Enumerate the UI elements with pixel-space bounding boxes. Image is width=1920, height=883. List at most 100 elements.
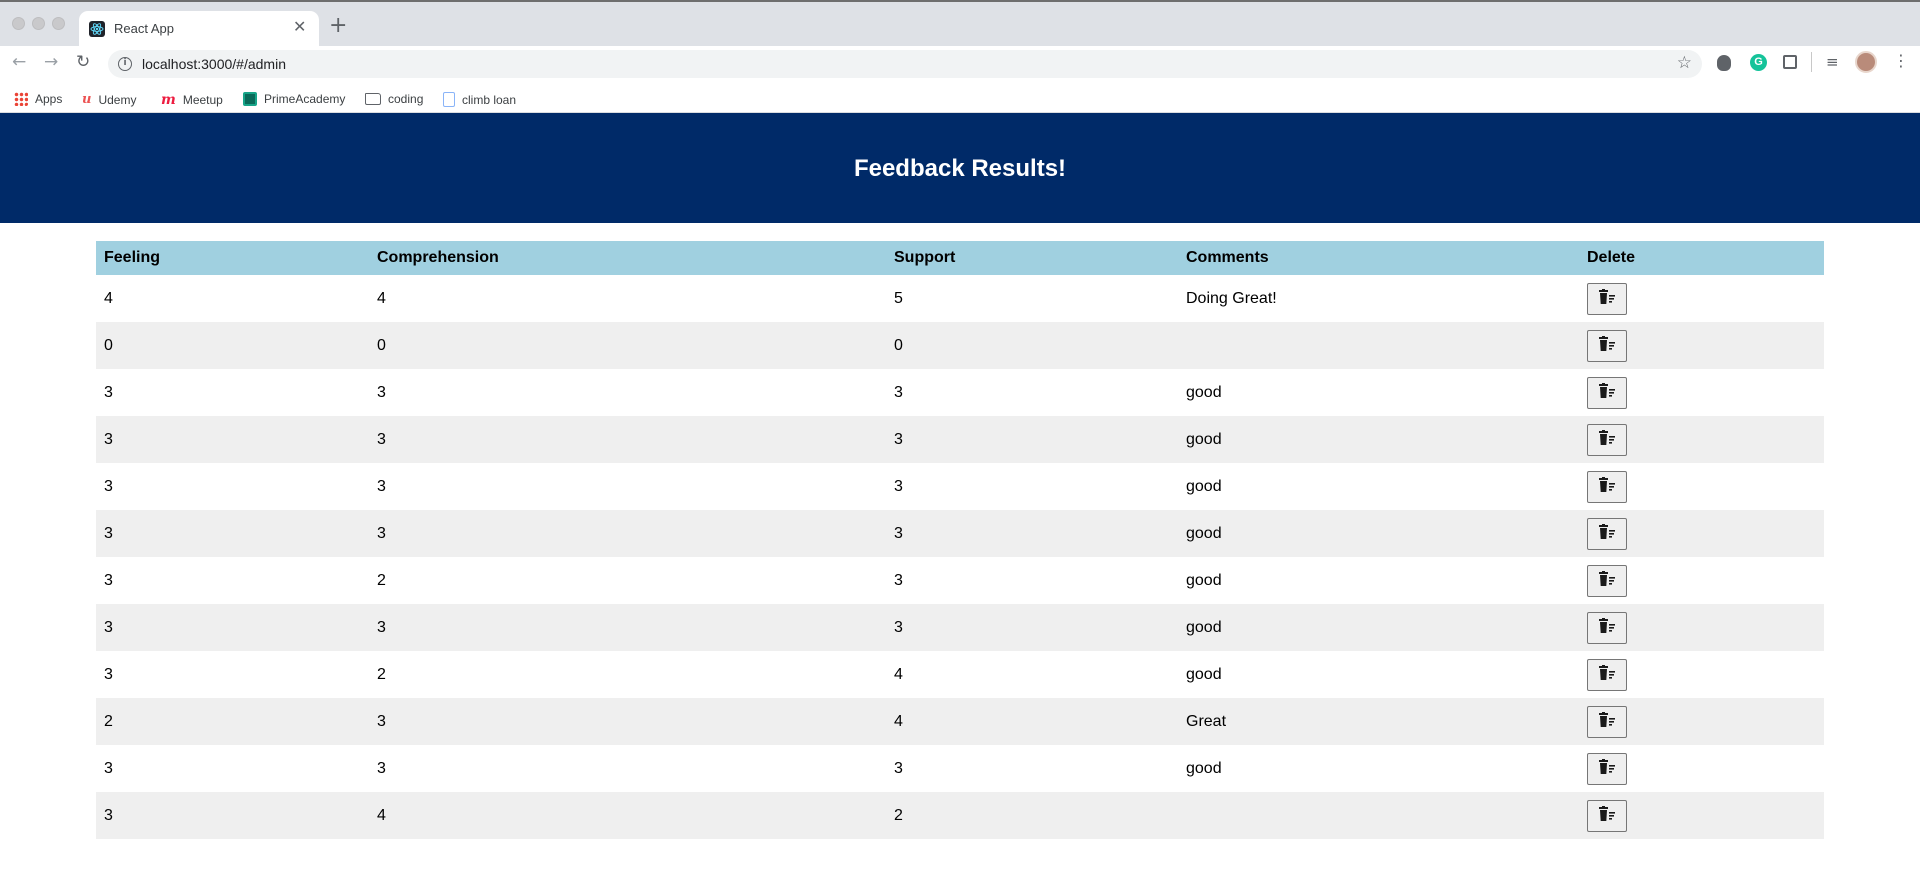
table-row: 3 2 4 good — [96, 651, 1824, 698]
bookmark-meetup[interactable]: m Meetup — [161, 92, 223, 108]
close-window-button[interactable] — [12, 17, 25, 30]
cell-delete — [1579, 745, 1824, 792]
more-menu-icon[interactable]: ⋮ — [1893, 51, 1909, 70]
delete-button[interactable] — [1587, 517, 1627, 550]
column-header-support: Support — [894, 249, 956, 266]
site-info-icon[interactable]: i — [118, 57, 132, 71]
app-header: Feedback Results! — [0, 113, 1920, 223]
cell-feeling: 3 — [104, 524, 113, 542]
bookmark-label: coding — [388, 92, 424, 106]
cell-support: 4 — [894, 712, 903, 730]
column-header-comments: Comments — [1186, 249, 1269, 266]
table-row: 2 3 4 Great — [96, 698, 1824, 745]
cell-comments: Doing Great! — [1186, 289, 1277, 307]
maximize-window-button[interactable] — [52, 17, 65, 30]
cell-support: 0 — [894, 336, 903, 354]
delete-button[interactable] — [1587, 423, 1627, 456]
cell-comments: Great — [1186, 712, 1227, 730]
cell-comprehension: 3 — [377, 383, 386, 401]
delete-button[interactable] — [1587, 752, 1627, 785]
grammarly-extension-icon[interactable]: G — [1750, 54, 1767, 71]
cell-comments: good — [1186, 618, 1222, 636]
cell-support: 3 — [894, 477, 903, 495]
cell-feeling: 3 — [104, 759, 113, 777]
reload-icon[interactable]: ↻ — [76, 52, 90, 72]
cell-comments — [1178, 792, 1579, 839]
trash-icon — [1597, 618, 1617, 637]
delete-button[interactable] — [1587, 329, 1627, 362]
cell-comprehension: 3 — [377, 712, 386, 730]
bookmarks-bar: Apps u Udemy m Meetup PrimeAcademy codin… — [0, 86, 1920, 113]
toolbar-divider — [1811, 52, 1812, 72]
bookmark-climb-loan[interactable]: climb loan — [443, 92, 516, 107]
cell-comments: good — [1186, 571, 1222, 589]
column-header-comprehension: Comprehension — [377, 249, 499, 266]
cell-delete — [1579, 604, 1824, 651]
cell-feeling: 2 — [104, 712, 113, 730]
bookmark-label: Apps — [35, 92, 63, 106]
cell-delete — [1579, 510, 1824, 557]
trash-icon — [1597, 289, 1617, 308]
trash-icon — [1597, 806, 1617, 825]
cell-support: 3 — [894, 618, 903, 636]
tab-close-icon[interactable]: ✕ — [293, 17, 306, 36]
cell-feeling: 0 — [104, 336, 113, 354]
bug-extension-icon[interactable] — [1717, 55, 1731, 71]
bookmark-star-icon[interactable]: ☆ — [1677, 53, 1692, 73]
cell-comments: good — [1186, 524, 1222, 542]
delete-button[interactable] — [1587, 282, 1627, 315]
trash-icon — [1597, 571, 1617, 590]
cell-support: 3 — [894, 759, 903, 777]
delete-button[interactable] — [1587, 799, 1627, 832]
cell-delete — [1579, 463, 1824, 510]
delete-button[interactable] — [1587, 470, 1627, 503]
cell-delete — [1579, 651, 1824, 698]
browser-tab-bar: React App ✕ + — [0, 0, 1920, 48]
browser-tab[interactable]: React App ✕ — [79, 11, 319, 48]
back-arrow-icon[interactable]: ← — [12, 52, 26, 72]
delete-button[interactable] — [1587, 376, 1627, 409]
table-row: 3 4 2 — [96, 792, 1824, 839]
react-favicon-icon — [89, 21, 105, 37]
cell-comprehension: 4 — [377, 289, 386, 307]
delete-button[interactable] — [1587, 611, 1627, 644]
cell-feeling: 3 — [104, 571, 113, 589]
address-bar[interactable]: i localhost:3000/#/admin ☆ — [108, 50, 1702, 78]
cell-support: 5 — [894, 289, 903, 307]
new-tab-button[interactable]: + — [329, 13, 347, 38]
cell-delete — [1579, 369, 1824, 416]
cell-comprehension: 4 — [377, 806, 386, 824]
cell-delete — [1579, 557, 1824, 604]
bookmark-primeacademy[interactable]: PrimeAcademy — [243, 92, 345, 106]
cell-support: 2 — [894, 806, 903, 824]
cell-comprehension: 0 — [377, 336, 386, 354]
table-row: 3 3 3 good — [96, 604, 1824, 651]
grid-extension-icon[interactable] — [1783, 55, 1797, 69]
cell-feeling: 3 — [104, 477, 113, 495]
cell-delete — [1579, 416, 1824, 463]
cell-feeling: 3 — [104, 430, 113, 448]
delete-button[interactable] — [1587, 564, 1627, 597]
bookmark-apps[interactable]: Apps — [14, 92, 62, 106]
cell-comments: good — [1186, 477, 1222, 495]
table-row: 4 4 5 Doing Great! — [96, 275, 1824, 322]
delete-button[interactable] — [1587, 658, 1627, 691]
bookmark-udemy[interactable]: u Udemy — [82, 92, 136, 107]
delete-button[interactable] — [1587, 705, 1627, 738]
folder-icon — [365, 93, 381, 105]
bookmark-label: PrimeAcademy — [264, 92, 346, 106]
cell-support: 4 — [894, 665, 903, 683]
table-row: 3 3 3 good — [96, 463, 1824, 510]
table-row: 3 3 3 good — [96, 510, 1824, 557]
forward-arrow-icon[interactable]: → — [44, 52, 58, 72]
minimize-window-button[interactable] — [32, 17, 45, 30]
cell-delete — [1579, 792, 1824, 839]
bookmark-coding[interactable]: coding — [365, 92, 423, 106]
cell-support: 3 — [894, 430, 903, 448]
cell-feeling: 3 — [104, 618, 113, 636]
profile-avatar[interactable] — [1855, 51, 1877, 73]
tab-title: React App — [114, 21, 174, 36]
url-text[interactable]: localhost:3000/#/admin — [142, 56, 286, 72]
media-queue-icon[interactable]: ≡ — [1826, 53, 1839, 71]
bookmark-label: Meetup — [182, 93, 223, 107]
